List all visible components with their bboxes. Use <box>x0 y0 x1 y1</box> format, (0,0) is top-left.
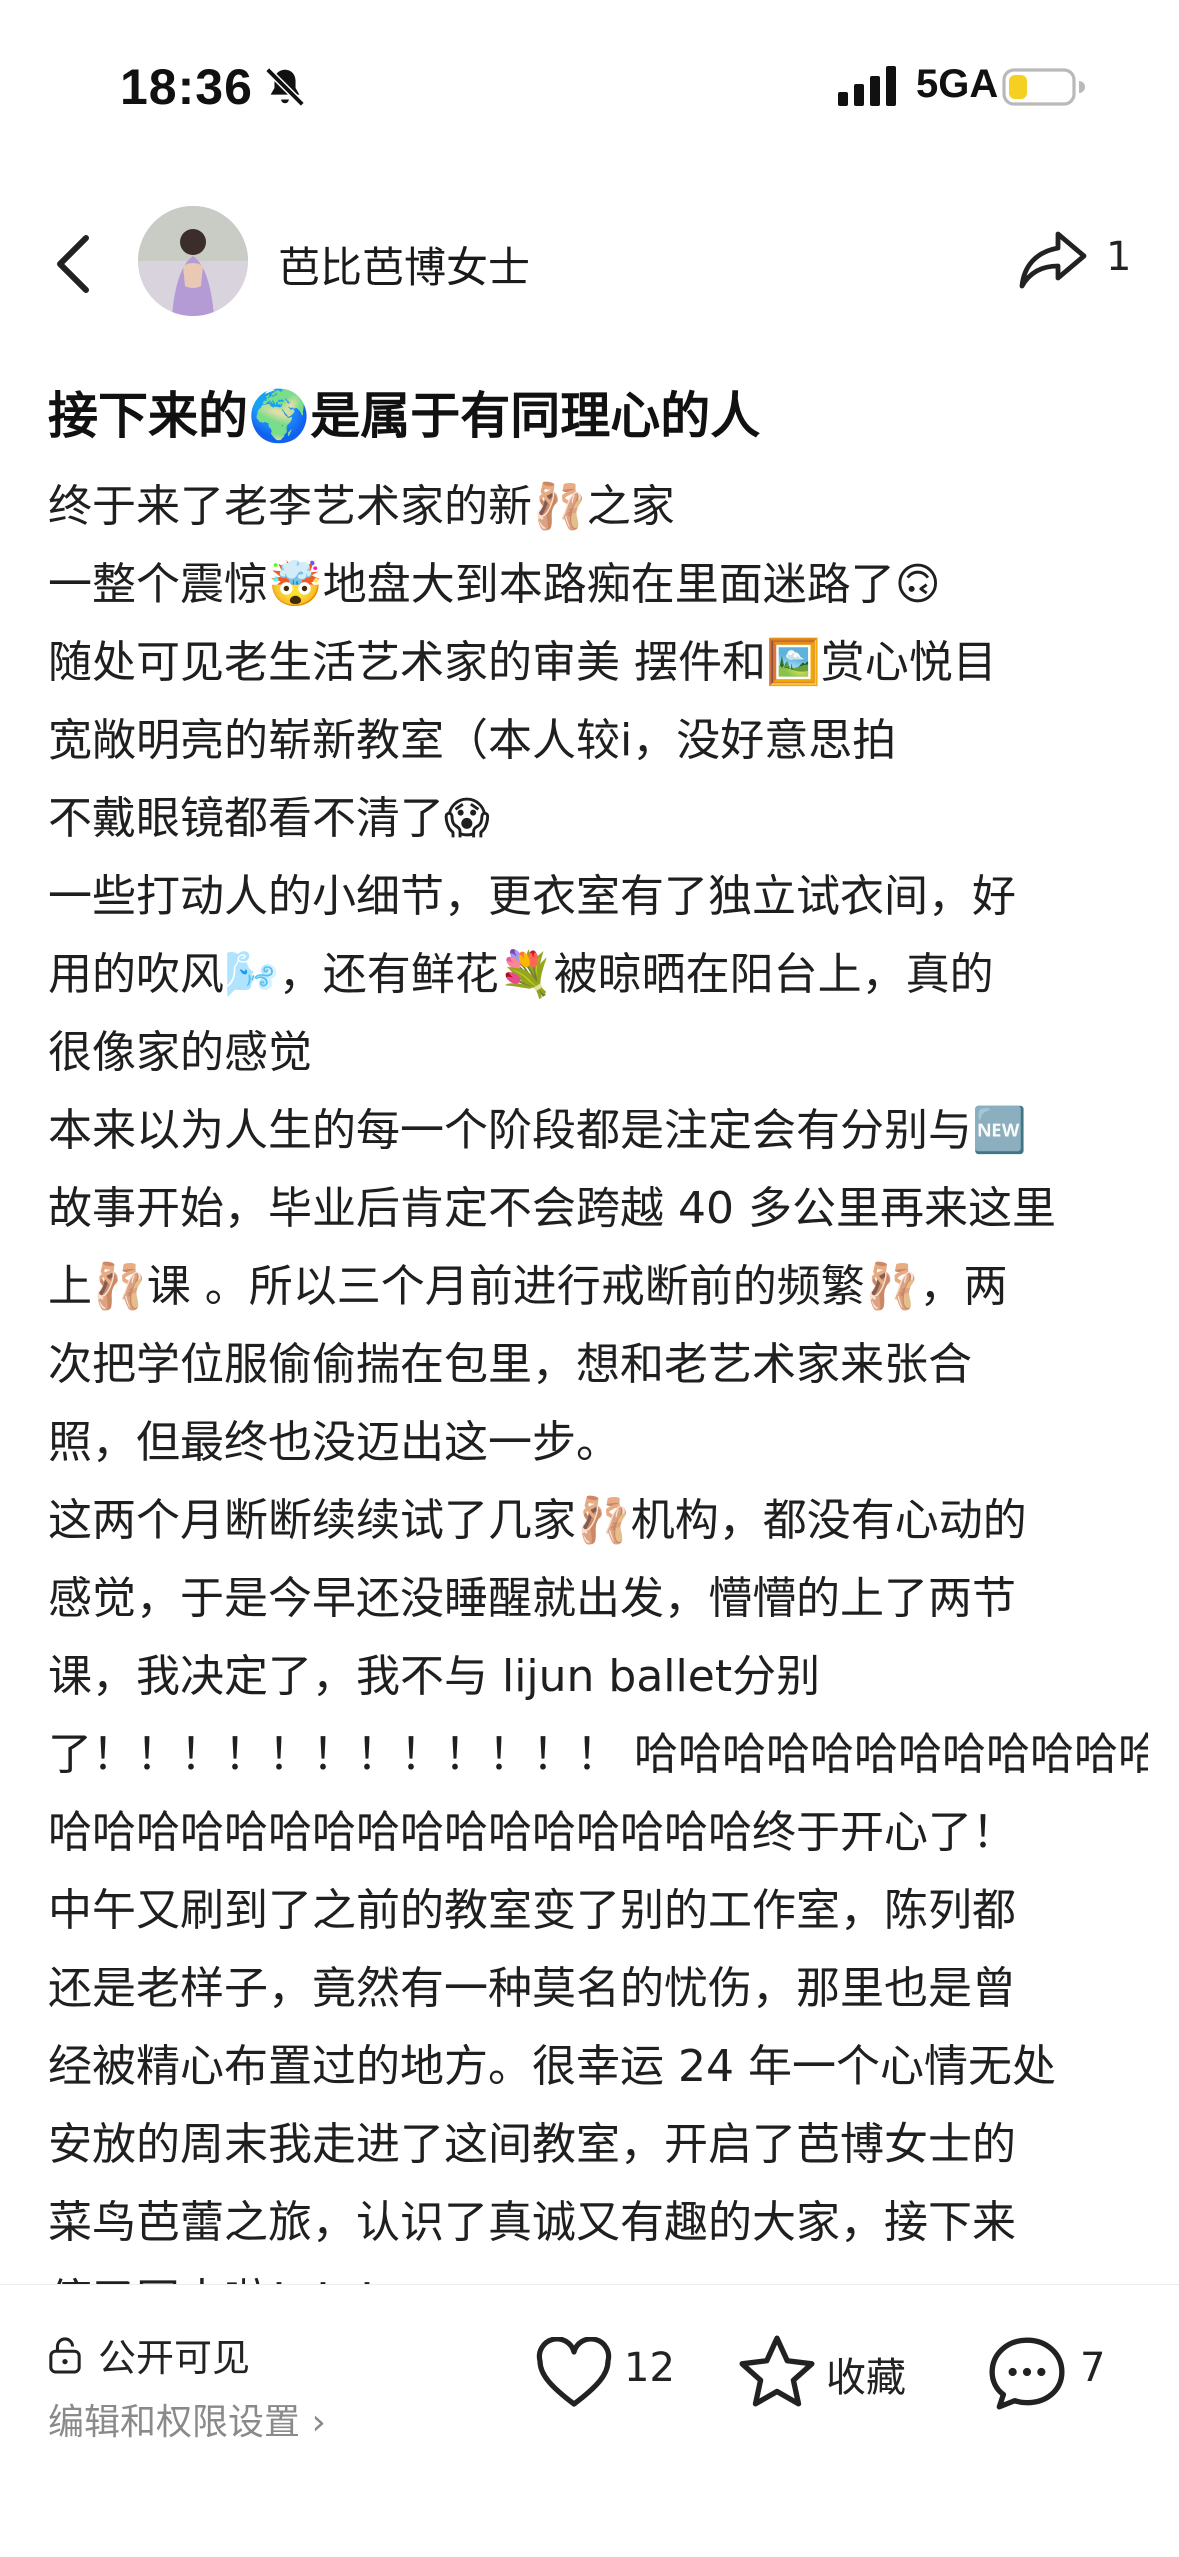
post-header: 芭比芭博女士 1 <box>0 190 1179 330</box>
comment-count: 7 <box>1080 2345 1106 2391</box>
visibility-status[interactable]: 公开可见 <box>48 2327 250 2382</box>
post-line: 中午又刷到了之前的教室变了别的工作室，陈列都 <box>48 1885 1016 1936</box>
username[interactable]: 芭比芭博女士 <box>278 234 530 295</box>
post-line: 课，我决定了，我不与 lijun ballet分别 <box>48 1651 821 1702</box>
star-icon[interactable] <box>736 2331 818 2411</box>
battery-icon <box>1002 68 1085 106</box>
post-line: 本来以为人生的每一个阶段都是注定会有分别与🆕 <box>48 1105 1027 1156</box>
post-line: 终于来了老李艺术家的新🩰之家 <box>48 481 675 532</box>
avatar-image <box>138 206 248 316</box>
collect-label[interactable]: 收藏 <box>826 2345 906 2403</box>
like-count: 12 <box>624 2345 675 2391</box>
avatar[interactable] <box>138 206 248 316</box>
share-icon[interactable] <box>1016 228 1088 292</box>
share-count: 1 <box>1106 234 1132 280</box>
post-line: 感觉，于是今早还没睡醒就出发，懵懵的上了两节 <box>48 1573 1016 1624</box>
post-line: 宽敞明亮的崭新教室（本人较i，没好意思拍 <box>48 715 897 766</box>
comment-icon[interactable] <box>986 2333 1068 2413</box>
post-line: 停又同志啦！！！ <box>48 2262 1148 2284</box>
bell-muted-icon <box>265 67 305 107</box>
post-line: 用的吹风🌬️，还有鲜花💐被晾晒在阳台上，真的 <box>48 949 994 1000</box>
post-line: 很像家的感觉 <box>48 1027 312 1078</box>
heart-icon[interactable] <box>534 2337 614 2411</box>
visibility-label: 公开可见 <box>98 2336 251 2380</box>
post-body: 终于来了老李艺术家的新🩰之家 一整个震惊🤯地盘大到本路痴在里面迷路了🙃 随处可见… <box>48 468 1148 2284</box>
post-line: 故事开始，毕业后肯定不会跨越 40 多公里再来这里 <box>48 1183 1056 1234</box>
post-title: 接下来的🌍是属于有同理心的人 <box>48 387 761 445</box>
status-time: 18:36 <box>120 59 253 115</box>
post-line: 随处可见老生活艺术家的审美 摆件和🖼️赏心悦目 <box>48 637 997 688</box>
post-line: 一整个震惊🤯地盘大到本路痴在里面迷路了🙃 <box>48 559 941 610</box>
post-line: 菜鸟芭蕾之旅，认识了真诚又有趣的大家，接下来 <box>48 2197 1016 2248</box>
post-line: 次把学位服偷偷揣在包里，想和老艺术家来张合 <box>48 1339 972 1390</box>
post-line: 不戴眼镜都看不清了😱 <box>48 793 490 844</box>
post-line: 一些打动人的小细节，更衣室有了独立试衣间，好 <box>48 871 1016 922</box>
status-bar: 18:36 5GA <box>0 0 1179 170</box>
post-line: 经被精心布置过的地方。很幸运 24 年一个心情无处 <box>48 2041 1056 2092</box>
signal-icon <box>838 66 896 106</box>
post-line: 了！！！！！！！！！！！！ 哈哈哈哈哈哈哈哈哈哈哈哈哈 <box>48 1729 1148 1780</box>
post-line: 这两个月断断续续试了几家🩰机构，都没有心动的 <box>48 1495 1027 1546</box>
post-line: 照，但最终也没迈出这一步。 <box>48 1417 620 1468</box>
edit-permission-link[interactable]: 编辑和权限设置 › <box>48 2393 326 2445</box>
bottom-action-bar: 公开可见 编辑和权限设置 › 12 收藏 7 <box>0 2284 1179 2557</box>
network-label: 5GA <box>916 62 999 106</box>
post-line: 还是老样子，竟然有一种莫名的忧伤，那里也是曾 <box>48 1963 1016 2014</box>
post-line: 哈哈哈哈哈哈哈哈哈哈哈哈哈哈哈哈终于开心了！ <box>48 1807 1016 1858</box>
back-icon[interactable] <box>46 232 102 296</box>
post-line: 上🩰课 。所以三个月前进行戒断前的频繁🩰，两 <box>48 1261 1008 1312</box>
post-line: 安放的周末我走进了这间教室，开启了芭博女士的 <box>48 2119 1016 2170</box>
lock-icon <box>49 2337 81 2374</box>
